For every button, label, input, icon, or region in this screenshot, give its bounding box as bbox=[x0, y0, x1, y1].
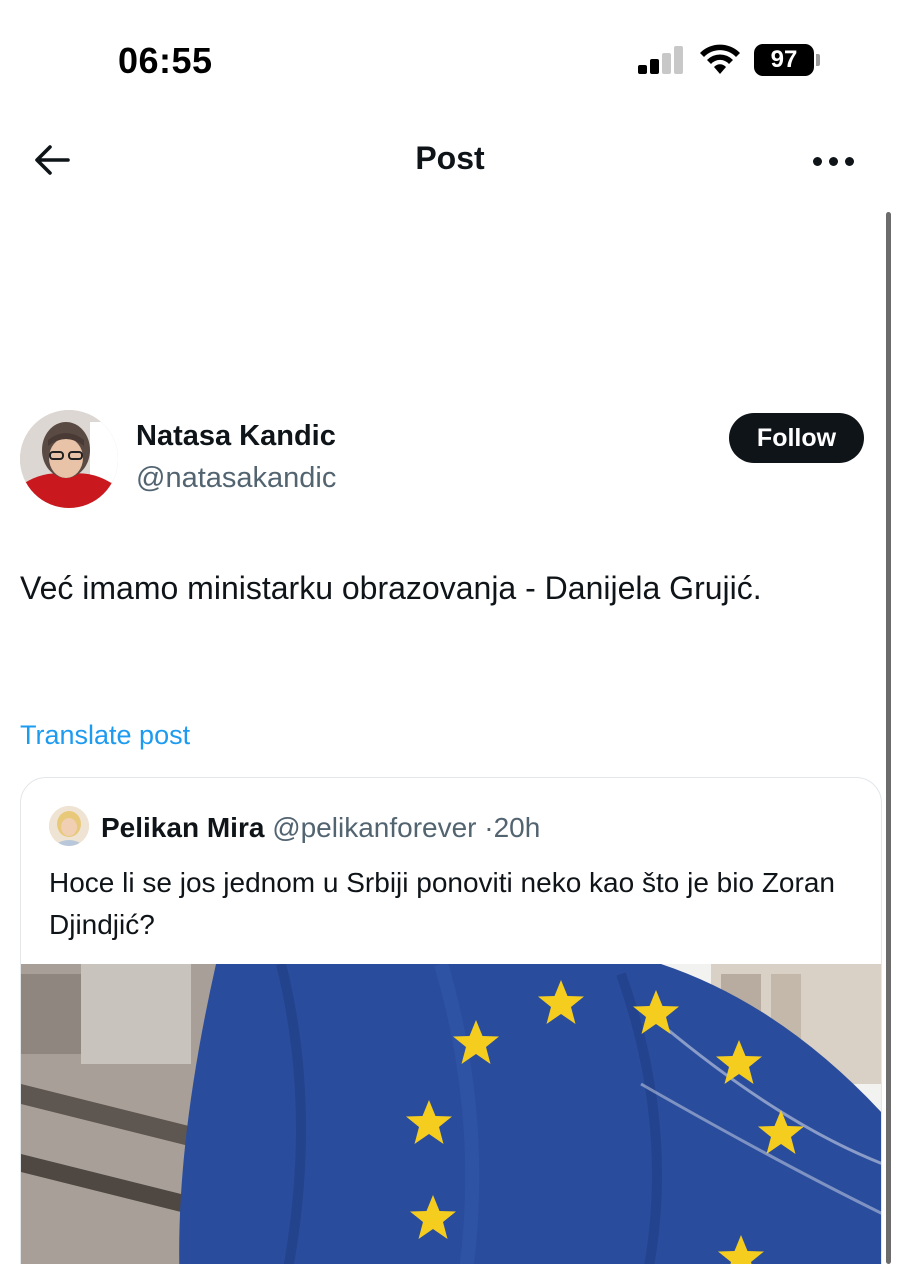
status-bar: 06:55 97 bbox=[0, 0, 900, 120]
quote-author-handle: @pelikanforever bbox=[272, 812, 477, 843]
quote-media-image[interactable] bbox=[21, 964, 881, 1264]
quote-timestamp: 20h bbox=[493, 812, 541, 843]
battery-icon: 97 bbox=[754, 44, 820, 76]
nav-bar: Post bbox=[0, 120, 900, 200]
page-title: Post bbox=[415, 140, 485, 176]
author-handle[interactable]: @natasakandic bbox=[136, 462, 336, 495]
follow-button[interactable]: Follow bbox=[729, 413, 864, 463]
author-name[interactable]: Natasa Kandic bbox=[136, 420, 336, 453]
avatar-photo bbox=[20, 410, 118, 508]
status-time: 06:55 bbox=[118, 40, 213, 81]
post-text: Već imamo ministarku obrazovanja - Danij… bbox=[20, 570, 762, 606]
quote-text: Hoce li se jos jednom u Srbiji ponoviti … bbox=[49, 867, 835, 940]
battery-level: 97 bbox=[754, 44, 814, 76]
quoted-post-card[interactable]: Pelikan Mira @pelikanforever ·20h Hoce l… bbox=[20, 777, 882, 1264]
scrollbar[interactable] bbox=[886, 212, 891, 1264]
quote-separator: · bbox=[484, 812, 494, 843]
quote-header: Pelikan Mira @pelikanforever ·20h bbox=[101, 812, 540, 844]
more-options-icon[interactable] bbox=[810, 148, 856, 172]
translate-post-link[interactable]: Translate post bbox=[20, 720, 190, 751]
wifi-icon bbox=[700, 44, 740, 74]
quote-author-name: Pelikan Mira bbox=[101, 812, 265, 843]
eu-flag-photo bbox=[21, 964, 881, 1264]
cellular-signal-icon bbox=[638, 46, 686, 74]
quote-avatar bbox=[49, 806, 89, 846]
avatar[interactable] bbox=[20, 410, 118, 508]
